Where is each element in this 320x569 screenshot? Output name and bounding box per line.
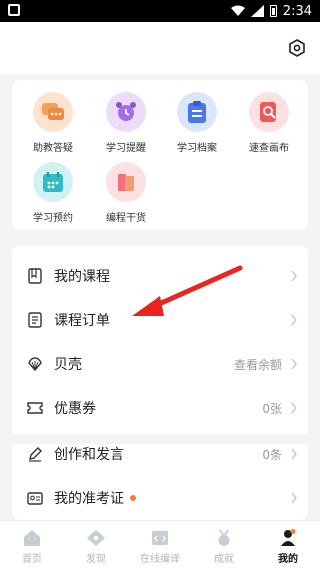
wifi-icon xyxy=(230,5,245,16)
alarm-clock-icon xyxy=(106,92,146,132)
tools-panel: 助教答疑 学习提醒 学习档案 速查画布 学习预约 编程干货 xyxy=(12,80,308,230)
tab-discover[interactable]: 发现 xyxy=(64,521,128,569)
tool-study-record[interactable]: 学习档案 xyxy=(160,92,234,154)
user-icon xyxy=(277,528,299,548)
chevron-right-icon xyxy=(291,314,297,326)
menu-item-shells[interactable]: 贝壳 查看余额 xyxy=(12,342,308,386)
coupons-value: 0张 xyxy=(262,401,282,416)
shell-icon xyxy=(26,355,44,373)
chat-bubbles-icon xyxy=(33,92,73,132)
account-menu: 我的课程 课程订单 贝壳 查看余额 优惠券 0张 创作和发言 0条 我的准考证 xyxy=(12,246,308,520)
gear-icon xyxy=(289,39,305,57)
menu-item-course-orders[interactable]: 课程订单 xyxy=(12,298,308,342)
status-bar: 2:34 xyxy=(0,0,320,22)
tab-online-compiler[interactable]: 在线编译 xyxy=(128,521,192,569)
tab-label: 在线编译 xyxy=(140,554,180,565)
new-badge-dot xyxy=(130,495,136,501)
tool-coding-tips[interactable]: 编程干货 xyxy=(89,162,163,224)
settings-button[interactable] xyxy=(284,35,310,61)
notification-icon xyxy=(8,4,20,16)
tab-achievements[interactable]: 成就 xyxy=(192,521,256,569)
menu-label: 创作和发言 xyxy=(54,447,124,463)
code-editor-icon xyxy=(149,528,171,548)
menu-label: 优惠券 xyxy=(54,401,96,417)
tab-label: 发现 xyxy=(86,554,106,565)
menu-label: 我的准考证 xyxy=(54,491,124,507)
chevron-right-icon xyxy=(291,270,297,282)
magnifier-doc-icon xyxy=(249,92,289,132)
chevron-right-icon xyxy=(291,358,297,370)
menu-item-coupons[interactable]: 优惠券 0张 xyxy=(12,386,308,430)
tab-home[interactable]: 首页 xyxy=(0,521,64,569)
bottom-tab-bar: 首页 发现 在线编译 成就 我的 xyxy=(0,520,320,569)
creations-value: 0条 xyxy=(262,447,282,462)
books-icon xyxy=(106,162,146,202)
tab-me[interactable]: 我的 xyxy=(256,521,320,569)
tool-label: 学习档案 xyxy=(177,143,217,154)
home-icon xyxy=(21,528,43,548)
tool-quick-canvas[interactable]: 速查画布 xyxy=(232,92,306,154)
tab-label: 我的 xyxy=(278,554,298,565)
tool-label: 助教答疑 xyxy=(33,143,73,154)
tool-label: 学习提醒 xyxy=(106,143,146,154)
chevron-right-icon xyxy=(291,448,297,460)
signal-icon xyxy=(250,5,264,17)
tool-ta-qa[interactable]: 助教答疑 xyxy=(16,92,90,154)
tool-label: 速查画布 xyxy=(249,143,289,154)
menu-label: 我的课程 xyxy=(54,269,110,285)
tool-label: 学习预约 xyxy=(33,213,73,224)
id-card-icon xyxy=(26,489,44,507)
menu-item-creations[interactable]: 创作和发言 0条 xyxy=(12,432,308,476)
battery-icon xyxy=(269,5,277,17)
tool-study-booking[interactable]: 学习预约 xyxy=(16,162,90,224)
tab-label: 首页 xyxy=(22,554,42,565)
compass-icon xyxy=(85,528,107,548)
shells-value: 查看余额 xyxy=(233,357,282,372)
menu-item-my-courses[interactable]: 我的课程 xyxy=(12,254,308,298)
chevron-right-icon xyxy=(291,492,297,504)
calendar-icon xyxy=(33,162,73,202)
coupon-icon xyxy=(26,399,44,417)
menu-item-admission-ticket[interactable]: 我的准考证 xyxy=(12,476,308,520)
status-time: 2:34 xyxy=(282,3,312,19)
order-list-icon xyxy=(26,311,44,329)
menu-label: 贝壳 xyxy=(54,357,82,373)
clipboard-icon xyxy=(177,92,217,132)
tab-label: 成就 xyxy=(214,554,234,565)
chevron-right-icon xyxy=(291,402,297,414)
pencil-icon xyxy=(26,445,44,463)
book-icon xyxy=(26,267,44,285)
tool-study-reminder[interactable]: 学习提醒 xyxy=(89,92,163,154)
menu-label: 课程订单 xyxy=(54,313,110,329)
medal-icon xyxy=(213,528,235,548)
tool-label: 编程干货 xyxy=(106,213,146,224)
page-header xyxy=(0,22,320,74)
